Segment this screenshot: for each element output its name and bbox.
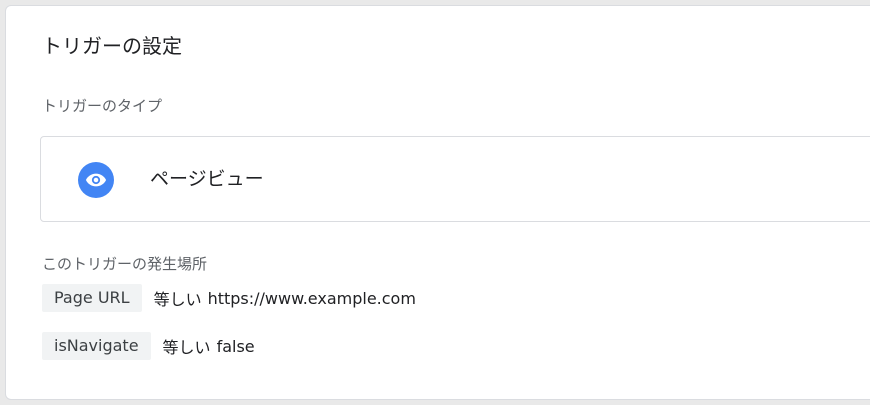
condition-row: isNavigate 等しい false [42,332,255,360]
trigger-config-card: トリガーの設定 トリガーのタイプ ページビュー このトリガーの発生場所 Page… [5,5,870,400]
trigger-type-label: トリガーのタイプ [42,97,163,115]
condition-value: false [216,336,255,356]
condition-value: https://www.example.com [207,288,416,308]
card-title: トリガーの設定 [42,34,182,58]
condition-row: Page URL 等しい https://www.example.com [42,284,416,312]
condition-operator: 等しい [153,290,202,309]
eye-icon [78,162,114,198]
condition-variable-chip: isNavigate [42,332,151,360]
trigger-type-name: ページビュー [150,168,264,190]
trigger-type-selector[interactable]: ページビュー [40,136,870,222]
condition-operator: 等しい [162,338,211,357]
fires-on-label: このトリガーの発生場所 [42,255,208,273]
condition-variable-chip: Page URL [42,284,142,312]
